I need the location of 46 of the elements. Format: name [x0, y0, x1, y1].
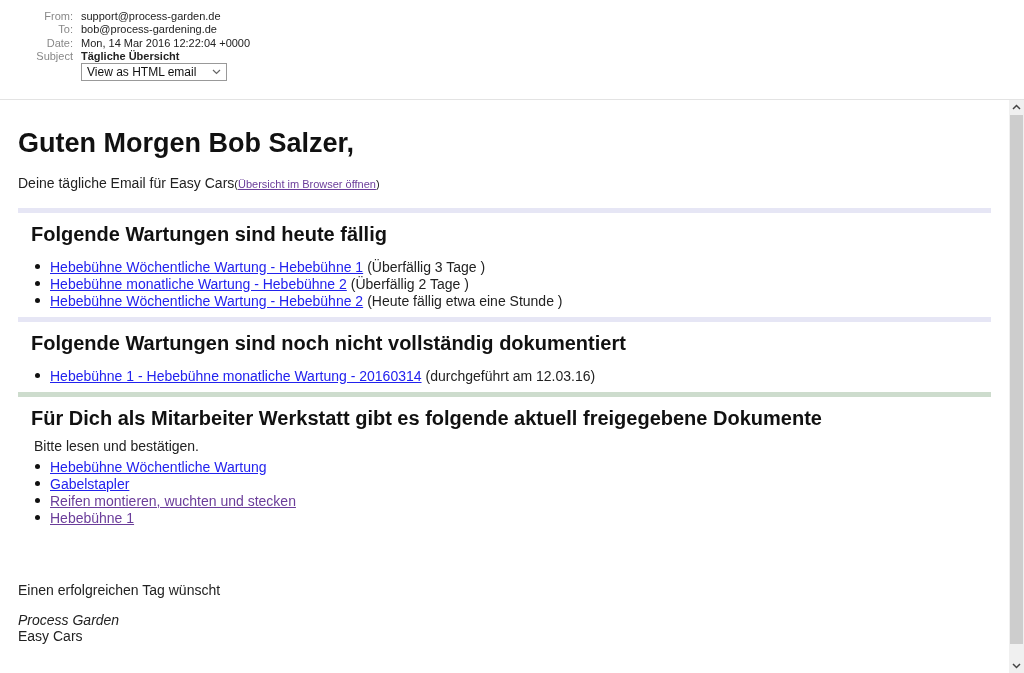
- item-note: (durchgeführt am 12.03.16): [425, 367, 596, 384]
- greeting-heading: Guten Morgen Bob Salzer,: [18, 128, 356, 159]
- item-link[interactable]: Hebebühne Wöchentliche Wartung - Hebebühne 2: [50, 292, 364, 309]
- intro-text: Deine tägliche Email für Easy Cars: [18, 175, 235, 191]
- section-text: Bitte lesen und bestätigen.: [34, 438, 200, 454]
- header-value: support@process-garden.de: [81, 9, 221, 22]
- header-value: bob@process-gardening.de: [81, 23, 217, 36]
- scroll-down-icon[interactable]: [1012, 663, 1021, 669]
- header-value: Tägliche Übersicht: [81, 50, 180, 63]
- item-link[interactable]: Hebebühne 1: [50, 509, 135, 526]
- item-link[interactable]: Hebebühne 1 - Hebebühne monatliche Wartung - 20160314: [50, 367, 422, 384]
- bullet-icon: [35, 481, 40, 486]
- bullet-icon: [35, 464, 40, 469]
- scrollbar-thumb[interactable]: [1010, 115, 1023, 644]
- header-label: To:: [57, 23, 74, 36]
- bullet-icon: [35, 281, 40, 286]
- section-heading: Folgende Wartungen sind heute fällig: [31, 223, 388, 246]
- item-note: (Überfällig 3 Tage ): [367, 258, 486, 275]
- header-value: Mon, 14 Mar 2016 12:22:04 +0000: [81, 36, 251, 49]
- item-note: (Überfällig 2 Tage ): [350, 275, 469, 292]
- scrollbar[interactable]: [1009, 100, 1024, 673]
- bullet-icon: [35, 264, 40, 269]
- parenthesis: ): [375, 178, 380, 190]
- header-label: From:: [43, 9, 74, 22]
- signature-company: Easy Cars: [18, 628, 84, 644]
- item-link[interactable]: Hebebühne monatliche Wartung - Hebebühne 2: [50, 275, 347, 292]
- browser-link[interactable]: Übersicht im Browser öffnen: [238, 178, 376, 190]
- signature-name: Process Garden: [18, 612, 121, 628]
- header-label: Subject: [35, 50, 74, 63]
- header-label: Date:: [45, 36, 74, 49]
- section-heading: Folgende Wartungen sind noch nicht vollständig dokumentiert: [31, 332, 627, 355]
- bullet-icon: [35, 498, 40, 503]
- chevron-down-icon: [212, 68, 221, 75]
- item-link[interactable]: Hebebühne Wöchentliche Wartung: [50, 458, 267, 475]
- bullet-icon: [35, 298, 40, 303]
- item-note: (Heute fällig etwa eine Stunde ): [367, 292, 563, 309]
- bullet-icon: [35, 373, 40, 378]
- bullet-icon: [35, 515, 40, 520]
- item-link[interactable]: Hebebühne Wöchentliche Wartung - Hebebühne 1: [50, 258, 364, 275]
- section-heading: Für Dich als Mitarbeiter Werkstatt gibt es folgende aktuell freigegebene Dokumente: [31, 407, 823, 430]
- closing-text: Einen erfolgreichen Tag wünscht: [18, 582, 222, 598]
- item-link[interactable]: Reifen montieren, wuchten und stecken: [50, 492, 296, 509]
- parenthesis: (: [234, 178, 238, 190]
- scroll-up-icon[interactable]: [1012, 104, 1021, 110]
- item-link[interactable]: Gabelstapler: [50, 475, 130, 492]
- view-select[interactable]: View as HTML email: [81, 62, 227, 81]
